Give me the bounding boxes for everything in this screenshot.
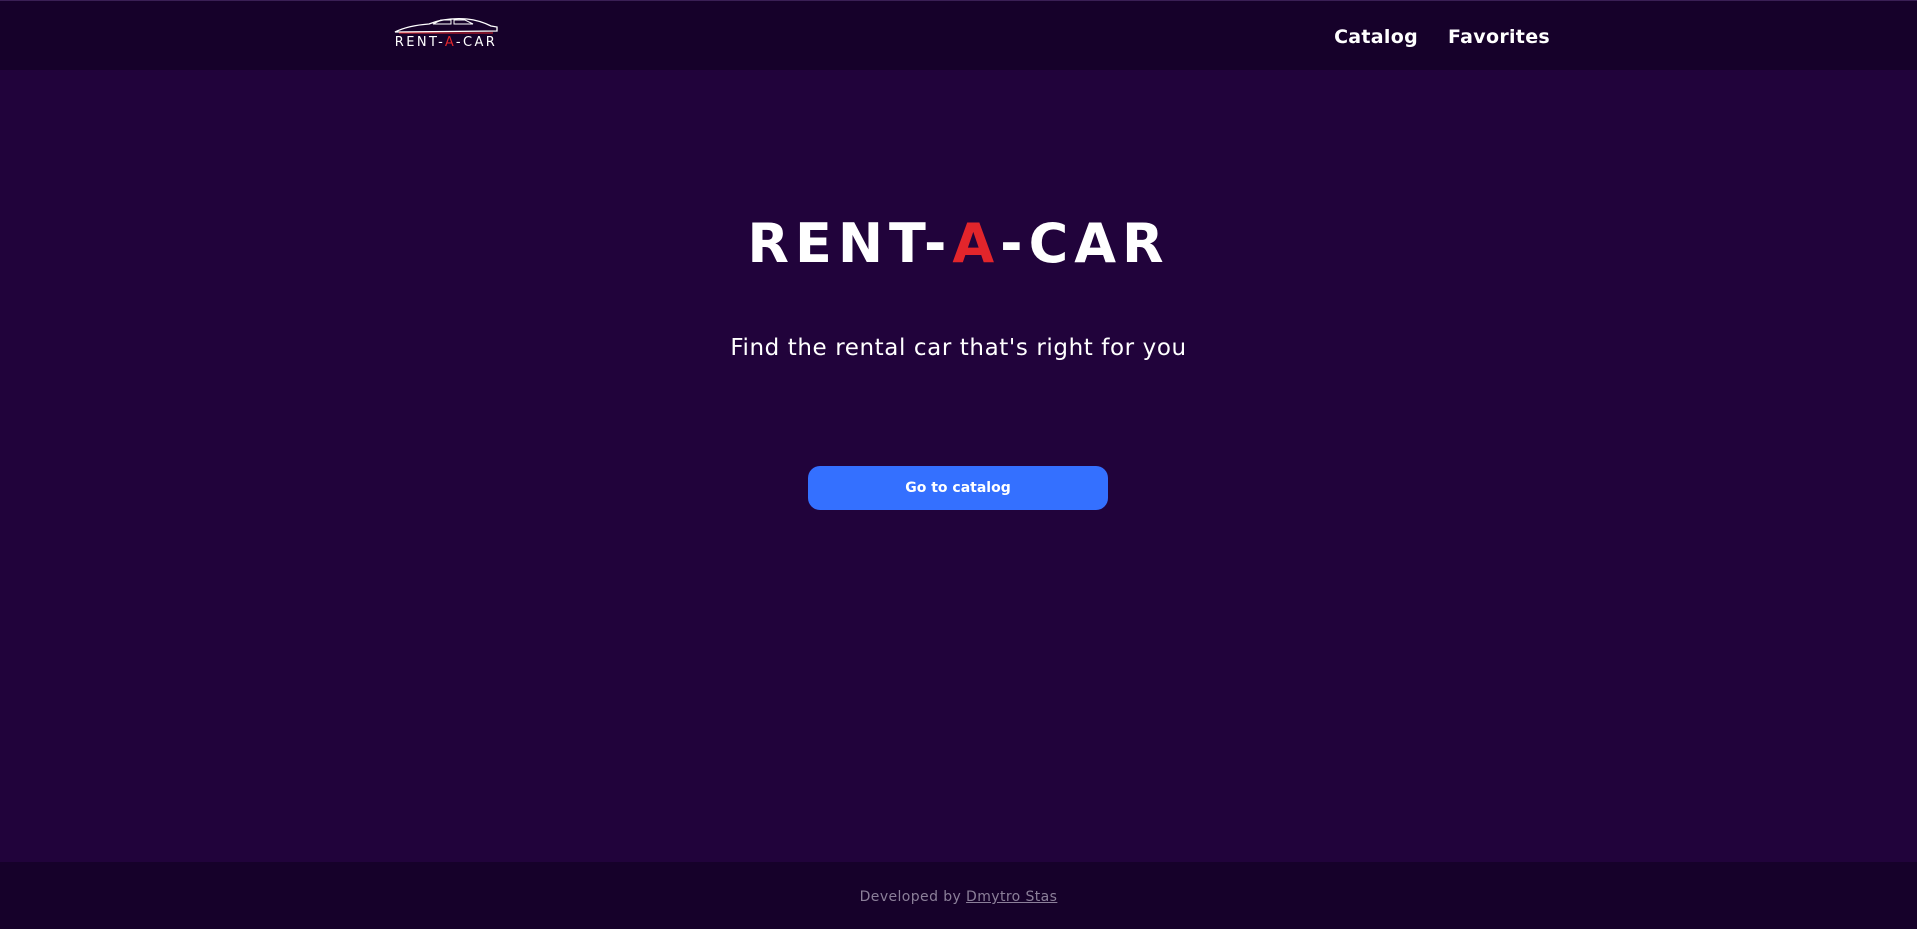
site-footer: Developed by Dmytro Stas (0, 862, 1917, 929)
main-nav: Catalog Favorites (1334, 25, 1550, 49)
hero-subtitle: Find the rental car that's right for you (730, 335, 1187, 361)
car-silhouette-icon (394, 18, 498, 34)
logo-text: RENT-A-CAR (394, 35, 498, 50)
author-link[interactable]: Dmytro Stas (966, 889, 1057, 905)
logo-accent-letter: A (444, 35, 456, 50)
footer-prefix: Developed by (859, 889, 962, 905)
footer-credit: Developed by Dmytro Stas (860, 889, 1058, 905)
nav-catalog-link[interactable]: Catalog (1334, 25, 1418, 49)
hero-title: RENT-A-CAR (747, 212, 1170, 275)
site-header: RENT-A-CAR Catalog Favorites (0, 0, 1917, 70)
logo-link[interactable]: RENT-A-CAR (379, 18, 513, 50)
nav-favorites-link[interactable]: Favorites (1448, 25, 1550, 49)
go-to-catalog-button[interactable]: Go to catalog (808, 466, 1108, 510)
hero-title-accent: A (952, 212, 1001, 275)
